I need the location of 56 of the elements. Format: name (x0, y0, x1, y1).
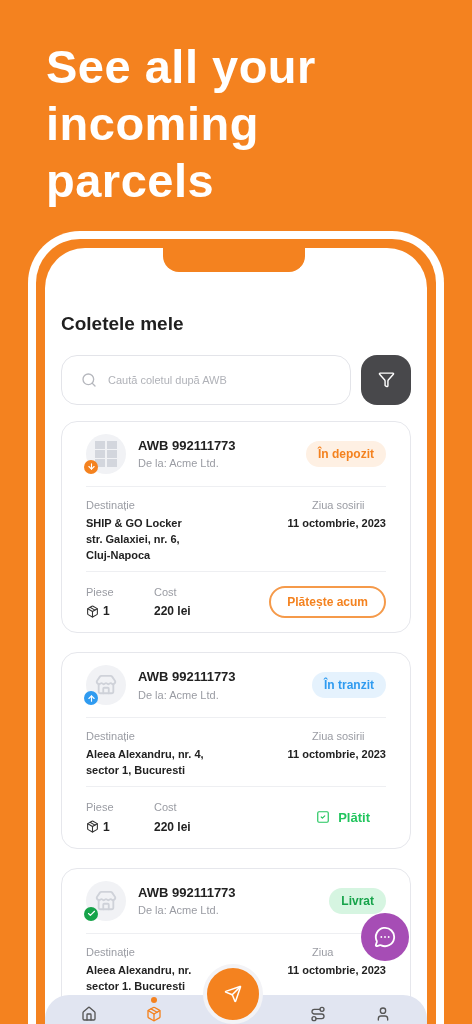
parcel-card[interactable]: AWB 992111773 De la: Acme Ltd. În tranzit Destinație Aleea Alexandru, nr. 4, sector 1, Bucuresti Ziua sosirii 11 octombrie, 2023 Piese 1 Cost 220 lei Plătit (61, 652, 411, 849)
package-icon (145, 1006, 162, 1022)
checkbox-icon (316, 810, 331, 825)
destination-label: Destinație (86, 497, 136, 513)
filter-icon (377, 371, 395, 388)
destination-text: sector 1. Bucuresti (86, 978, 187, 994)
package-icon (86, 604, 99, 618)
sender-text: De la: Acme Ltd. (138, 687, 220, 703)
destination-text: Aleea Alexandru, nr. (86, 962, 192, 978)
search-field[interactable]: Caută coletul după AWB (61, 354, 351, 405)
headline-text: parcels (46, 153, 216, 209)
destination-label: Destinație (86, 944, 136, 960)
cost-value: 220 lei (154, 818, 192, 836)
cost-label: Cost (154, 584, 178, 600)
house-icon (81, 1006, 98, 1022)
destination-text: SHIP & GO Locker (86, 515, 182, 531)
store-icon (95, 674, 117, 696)
awb-number: AWB 992111773 (138, 436, 237, 455)
chat-icon (374, 926, 396, 948)
awb-number: AWB 992111773 (138, 883, 237, 902)
destination-text: str. Galaxiei, nr. 6, (86, 531, 181, 547)
headline-text: incoming (46, 96, 260, 152)
status-tag: Livrat (329, 887, 386, 914)
sender-text: De la: Acme Ltd. (138, 903, 220, 918)
pieces-count: 1 (103, 603, 110, 620)
filter-button[interactable] (361, 354, 411, 405)
screen-title: Coletele mele (61, 312, 185, 336)
pieces-label: Piese (86, 800, 115, 815)
search-icon (81, 371, 97, 388)
arrival-date: 11 octombrie, 2023 (287, 515, 386, 531)
cost-value: 220 lei (154, 603, 192, 620)
parcel-card[interactable]: AWB 992111773 De la: Acme Ltd. Livrat Destinație Aleea Alexandru, nr. sector 1. Bucuresti Ziua 11 octombrie, 2023 (61, 867, 411, 997)
cost-label: Cost (154, 800, 178, 815)
destination-text: Cluj-Napoca (86, 547, 152, 563)
awb-number: AWB 992111773 (138, 668, 237, 686)
arrival-date: 11 octombrie, 2023 (287, 747, 386, 762)
arrival-label: Ziua sosirii (312, 729, 365, 744)
arrival-label: Ziua sosirii (312, 497, 365, 513)
pieces-label: Piese (86, 584, 115, 600)
pieces-count: 1 (103, 818, 110, 836)
locker-icon (95, 440, 117, 467)
parcel-card[interactable]: AWB 992111773 De la: Acme Ltd. În depozit Destinație SHIP & GO Locker str. Galaxiei, nr. 6, Cluj-Napoca Ziua sosirii 11 octombrie, 2023 Piese 1 Cost 220 lei Plătește acum (61, 420, 411, 633)
headline-text: See all your (46, 39, 317, 95)
destination-label: Destinație (86, 729, 136, 744)
sender-text: De la: Acme Ltd. (138, 456, 220, 471)
package-icon (86, 820, 99, 833)
store-icon (95, 889, 117, 912)
status-tag: În tranzit (312, 672, 386, 698)
status-tag: În depozit (306, 440, 386, 467)
send-icon (224, 985, 242, 1003)
arrival-label: Ziua (312, 944, 334, 960)
paid-status: Plătit (338, 808, 370, 827)
destination-text: sector 1, Bucuresti (86, 763, 187, 778)
arrival-date: 11 octombrie, 2023 (287, 962, 386, 978)
destination-text: Aleea Alexandru, nr. 4, (86, 747, 204, 762)
route-icon (310, 1006, 327, 1022)
